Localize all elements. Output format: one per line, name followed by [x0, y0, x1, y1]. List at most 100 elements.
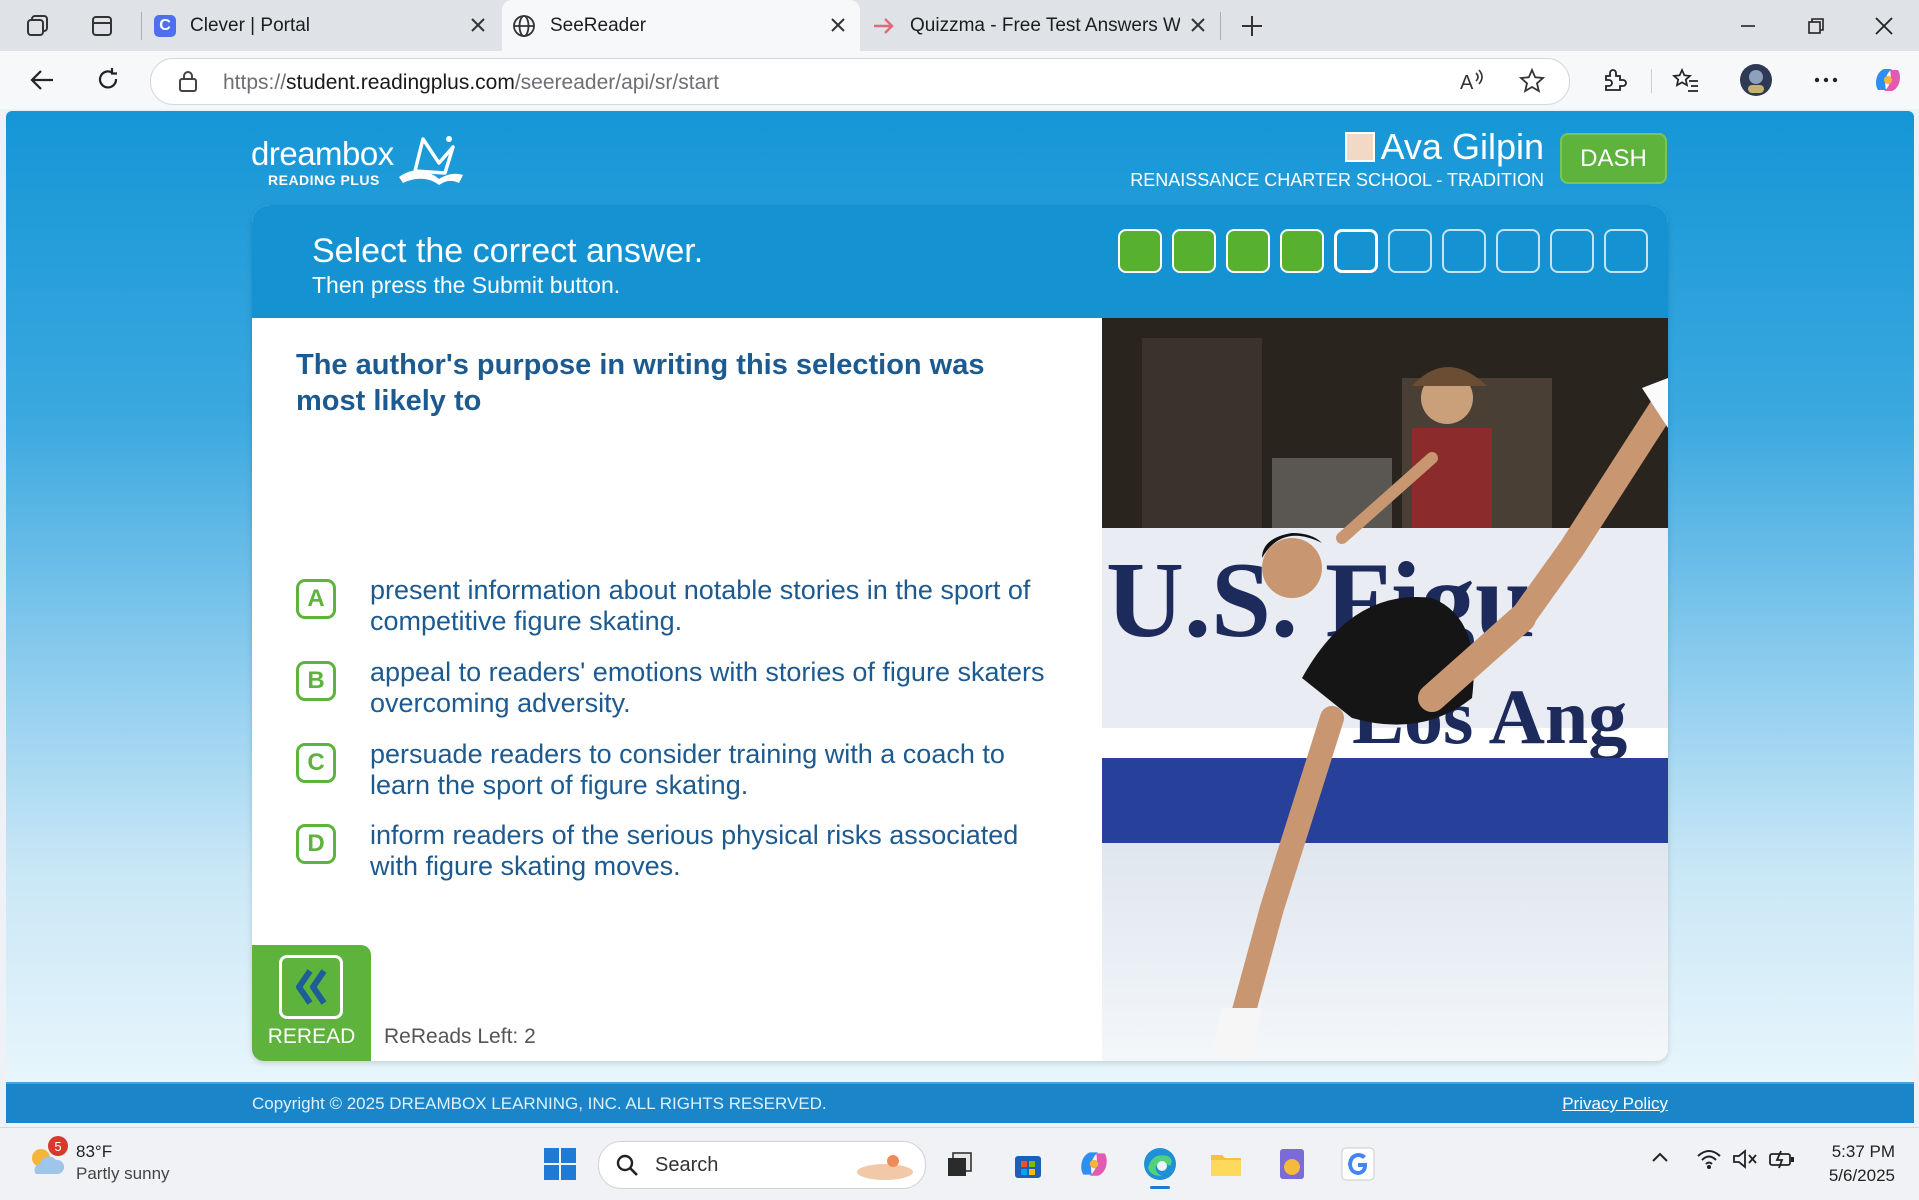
dash-button[interactable]: DASH	[1560, 133, 1667, 184]
favorites-list-icon[interactable]	[1668, 62, 1704, 98]
taskbar-search[interactable]: Search	[598, 1141, 926, 1189]
wifi-icon[interactable]	[1696, 1148, 1722, 1170]
answer-choice-d[interactable]: D inform readers of the serious physical…	[296, 820, 1076, 890]
reread-button[interactable]: REREAD	[252, 945, 371, 1061]
tab-clever-portal[interactable]: C Clever | Portal	[142, 0, 500, 51]
choice-letter[interactable]: B	[296, 661, 336, 701]
tab-actions-icon[interactable]	[86, 10, 118, 42]
edge-browser-icon[interactable]	[1140, 1144, 1180, 1189]
svg-text:A: A	[1460, 72, 1474, 94]
user-info: Ava Gilpin RENAISSANCE CHARTER SCHOOL - …	[1130, 126, 1544, 191]
back-arrow-icon[interactable]	[24, 62, 60, 98]
progress-box	[1550, 229, 1594, 273]
url-domain: student.readingplus.com	[286, 71, 515, 94]
speaker-muted-icon[interactable]	[1732, 1148, 1758, 1170]
logo-subtitle: READING PLUS	[268, 172, 380, 188]
tab-seereader[interactable]: SeeReader	[502, 0, 860, 51]
tab-title: Clever | Portal	[190, 14, 311, 36]
dreambox-reading-plus-logo[interactable]: dreambox READING PLUS	[251, 131, 471, 191]
minimize-icon[interactable]	[1730, 8, 1766, 44]
task-view-icon[interactable]	[940, 1144, 980, 1184]
choice-letter[interactable]: A	[296, 579, 336, 619]
refresh-icon[interactable]	[90, 62, 126, 98]
new-tab-icon[interactable]	[1236, 10, 1268, 42]
microsoft-store-icon[interactable]	[1008, 1144, 1048, 1184]
answer-choice-c[interactable]: C persuade readers to consider training …	[296, 739, 1076, 809]
rereads-left: ReReads Left: 2	[384, 1025, 536, 1048]
progress-box	[1604, 229, 1648, 273]
battery-charging-icon[interactable]	[1768, 1148, 1796, 1170]
copyright-text: Copyright © 2025 DREAMBOX LEARNING, INC.…	[252, 1094, 827, 1113]
url-scheme: https://	[223, 71, 287, 94]
choice-letter[interactable]: C	[296, 743, 336, 783]
url-text[interactable]: https://student.readingplus.com/seereade…	[223, 71, 719, 95]
clock-date: 5/6/2025	[1828, 1166, 1895, 1185]
prompt-instruction: Then press the Submit button.	[312, 272, 621, 298]
workspaces-icon[interactable]	[22, 10, 54, 42]
globe-icon	[512, 14, 536, 38]
restore-icon[interactable]	[1798, 8, 1834, 44]
profile-avatar[interactable]	[1738, 62, 1774, 98]
favorite-star-icon[interactable]	[1519, 68, 1545, 94]
progress-box	[1388, 229, 1432, 273]
choice-text[interactable]: appeal to readers' emotions with stories…	[370, 657, 1070, 719]
weather-temp: 83°F	[76, 1142, 113, 1161]
app-badge-icon[interactable]	[1272, 1144, 1312, 1184]
progress-box	[1334, 229, 1378, 273]
seereader-page: dreambox READING PLUS Ava Gilpin RENAISS…	[6, 111, 1914, 1123]
extensions-icon[interactable]	[1596, 62, 1632, 98]
more-options-icon[interactable]	[1808, 62, 1844, 98]
close-tab-icon[interactable]	[466, 13, 490, 37]
weather-condition: Partly sunny	[76, 1164, 170, 1183]
search-icon	[615, 1153, 639, 1177]
windows-taskbar: 5 83°F Partly sunny Search 5:37 PM 5/6/2…	[0, 1127, 1919, 1200]
weather-widget[interactable]: 5 83°F Partly sunny	[26, 1136, 170, 1183]
system-clock[interactable]: 5:37 PM 5/6/2025	[1829, 1140, 1895, 1188]
clock-time: 5:37 PM	[1831, 1142, 1895, 1161]
question-card: Select the correct answer. Then press th…	[252, 205, 1668, 1061]
school-name: RENAISSANCE CHARTER SCHOOL - TRADITION	[1130, 170, 1544, 190]
tab-title: SeeReader	[550, 14, 647, 36]
choice-text[interactable]: inform readers of the serious physical r…	[370, 820, 1070, 882]
answer-choice-a[interactable]: A present information about notable stor…	[296, 575, 1076, 645]
tab-quizzma[interactable]: Quizzma - Free Test Answers Web	[862, 0, 1220, 51]
copilot-icon[interactable]	[1870, 62, 1906, 98]
choice-text[interactable]: persuade readers to consider training wi…	[370, 739, 1070, 801]
read-aloud-icon[interactable]: A	[1459, 68, 1487, 94]
answer-choice-b[interactable]: B appeal to readers' emotions with stori…	[296, 657, 1076, 727]
show-hidden-icons-chevron-icon[interactable]	[1650, 1148, 1670, 1168]
question-progress	[1118, 229, 1648, 273]
browser-toolbar: https://student.readingplus.com/seereade…	[0, 51, 1919, 109]
close-tab-icon[interactable]	[1186, 13, 1210, 37]
progress-box	[1172, 229, 1216, 273]
question-header: Select the correct answer. Then press th…	[252, 205, 1668, 318]
arrow-right-icon	[872, 14, 896, 38]
file-explorer-icon[interactable]	[1206, 1144, 1246, 1184]
privacy-policy-link[interactable]: Privacy Policy	[1562, 1094, 1668, 1114]
question-text: The author's purpose in writing this sel…	[296, 349, 985, 417]
copilot-app-icon[interactable]	[1074, 1144, 1114, 1184]
progress-box	[1496, 229, 1540, 273]
progress-box	[1226, 229, 1270, 273]
page-footer: Copyright © 2025 DREAMBOX LEARNING, INC.…	[6, 1082, 1914, 1123]
google-icon[interactable]	[1338, 1144, 1378, 1184]
search-highlight-icon	[853, 1148, 917, 1182]
user-avatar	[1344, 132, 1375, 162]
lock-icon[interactable]	[177, 69, 199, 93]
reread-label: REREAD	[267, 1025, 356, 1048]
choice-letter[interactable]: D	[296, 824, 336, 864]
progress-box	[1442, 229, 1486, 273]
active-app-indicator	[1150, 1186, 1170, 1189]
url-path: /seereader/api/sr/start	[514, 71, 720, 94]
address-bar[interactable]: https://student.readingplus.com/seereade…	[150, 58, 1570, 105]
logo-word: dreambox	[251, 135, 394, 172]
close-window-icon[interactable]	[1866, 8, 1902, 44]
close-tab-icon[interactable]	[826, 13, 850, 37]
browser-tab-strip: C Clever | Portal SeeReader Quizzma - Fr…	[0, 0, 1919, 51]
windows-start-icon[interactable]	[540, 1144, 580, 1184]
weather-badge: 5	[48, 1136, 68, 1156]
rewind-icon	[279, 955, 343, 1019]
choice-text[interactable]: present information about notable storie…	[370, 575, 1070, 637]
tab-title: Quizzma - Free Test Answers Web	[910, 14, 1180, 36]
progress-box	[1280, 229, 1324, 273]
